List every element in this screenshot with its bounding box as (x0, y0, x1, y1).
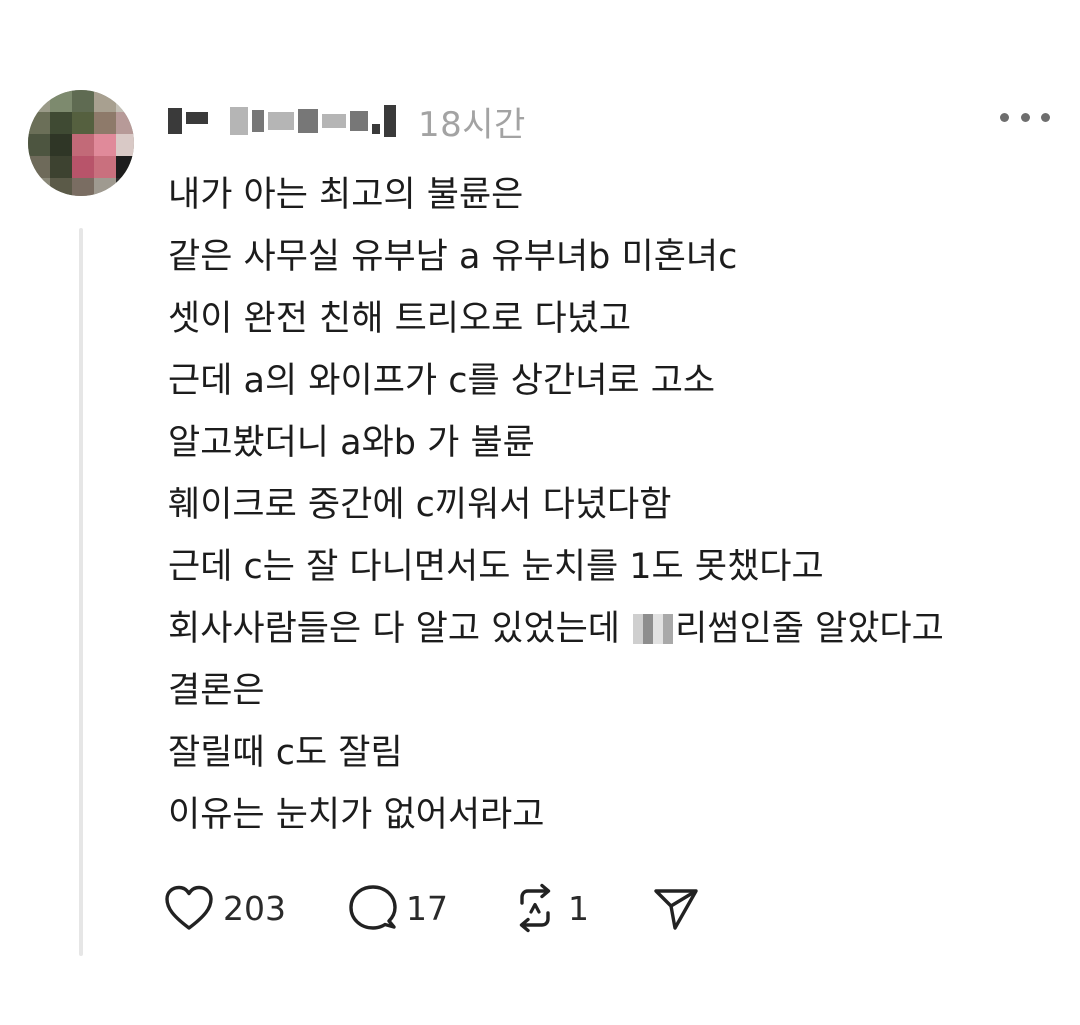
repost-button[interactable]: 1 (510, 883, 589, 933)
post-text-line: 잘릴때 c도 잘림 (168, 733, 403, 773)
post-actions: 203 17 1 (163, 880, 763, 936)
post-text-line: 내가 아는 최고의 불륜은 (168, 175, 524, 215)
thread-line (79, 228, 83, 956)
post-text-line: 같은 사무실 유부남 a 유부녀b 미혼녀c (168, 237, 738, 277)
post-text-segment: 리썸인줄 알았다고 (675, 609, 944, 649)
post-body: 내가 아는 최고의 불륜은 같은 사무실 유부남 a 유부녀b 미혼녀c 셋이 … (168, 164, 1048, 846)
post-header: 18시간 (168, 96, 526, 146)
heart-icon (165, 885, 213, 930)
username-redacted[interactable] (168, 105, 396, 137)
send-icon (654, 889, 698, 930)
more-options-button[interactable] (1000, 110, 1050, 124)
post-text-line: 이유는 눈치가 없어서라고 (168, 795, 545, 835)
post-text-line: 훼이크로 중간에 c끼워서 다녔다함 (168, 485, 672, 525)
repost-icon (519, 883, 551, 933)
comment-icon (349, 885, 397, 930)
post-text-line: 근데 a의 와이프가 c를 상간녀로 고소 (168, 361, 716, 401)
like-count: 203 (223, 888, 286, 928)
avatar[interactable] (28, 90, 134, 196)
reply-count: 17 (406, 888, 448, 928)
post-timestamp: 18시간 (418, 104, 526, 145)
post-text-segment: 회사사람들은 다 알고 있었는데 (168, 609, 632, 649)
post-text-line: 결론은 (168, 671, 265, 711)
share-button[interactable] (651, 883, 701, 933)
more-horizontal-icon (1000, 112, 1009, 122)
repost-count: 1 (568, 888, 589, 928)
post-text-line-censored: 회사사람들은 다 알고 있었는데 리썸인줄 알았다고 (168, 598, 1048, 660)
post-text-line: 근데 c는 잘 다니면서도 눈치를 1도 못챘다고 (168, 547, 824, 587)
censored-text (633, 614, 674, 644)
post-text-line: 알고봤더니 a와b 가 불륜 (168, 423, 535, 463)
like-button[interactable]: 203 (163, 884, 286, 932)
post-text-line: 셋이 완전 친해 트리오로 다녔고 (168, 299, 632, 339)
reply-button[interactable]: 17 (348, 883, 448, 933)
